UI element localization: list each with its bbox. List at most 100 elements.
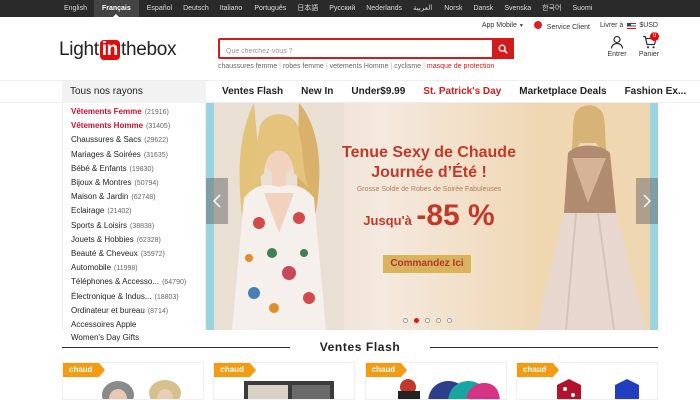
category-item[interactable]: Vêtements Homme (31405) [71,119,205,133]
category-item[interactable]: Maison & Jardin (62748) [71,190,205,204]
nav-link[interactable]: Ventes Flash [206,81,292,103]
category-item[interactable]: Bijoux & Montres (50794) [71,176,205,190]
category-item[interactable]: Vêtements Femme (21916) [71,105,205,119]
separator: | [390,63,393,70]
category-item[interactable]: Eclairage (21402) [71,204,205,218]
currency-selector[interactable]: $USD [639,22,658,29]
slide-dot[interactable] [425,318,430,323]
user-icon [610,35,624,49]
customer-service-link[interactable]: Service Client [533,20,590,31]
banner-next-button[interactable] [636,178,658,224]
language-option[interactable]: Suomi [573,0,604,17]
chevron-right-icon [643,194,651,208]
category-count: (31635) [143,151,168,159]
divider [430,347,658,348]
category-count: (21402) [107,208,132,216]
account-button[interactable]: Entrer [605,35,629,58]
hotword-promo-link[interactable]: masque de protection [427,63,494,70]
logo-text-thebox: thebox [121,39,177,60]
language-option[interactable]: العربية [413,0,444,17]
language-option[interactable]: Svenska [504,0,542,17]
category-count: (38838) [130,222,155,230]
language-option[interactable]: Deutsch [183,0,220,17]
cart-button[interactable]: 0 Panier [636,32,662,58]
nav-links: Ventes Flash New In Under$9.99 St. Patrick'… [206,81,695,103]
language-option[interactable]: Nederlands [366,0,413,17]
category-item[interactable]: Chaussures & Sacs (29622) [71,133,205,147]
category-count: (35972) [140,251,165,259]
category-item[interactable]: Automobile (11998) [71,261,205,275]
language-bar: English Français Español Deutsch Italiano Por… [0,0,700,17]
category-item[interactable]: Beauté & Cheveux (35972) [71,247,205,261]
category-count: (18803) [154,293,179,301]
category-item[interactable]: Accessoires Apple [71,318,205,331]
model-beaded-gown-image [536,103,650,330]
category-item[interactable]: Sports & Loisirs (38838) [71,219,205,233]
cart-count-badge: 0 [650,32,659,41]
nav-link[interactable]: New In [292,81,342,103]
slide-dot[interactable] [436,318,441,323]
language-option[interactable]: Português [254,0,297,17]
hotword-link[interactable]: robes femme [283,63,324,70]
category-label: Bijoux & Montres [71,178,132,188]
category-item[interactable]: Ordinateur et bureau (8714) [71,304,205,318]
hero-banner[interactable]: Tenue Sexy de Chaude Journée d’Été ! Gro… [206,103,658,330]
search-button[interactable] [492,38,514,59]
language-option[interactable]: Русский [329,0,366,17]
flash-sales-products: chaud chaud chaud chaud [62,362,658,400]
banner-promo-text: Tenue Sexy de Chaude Journée d’Été ! Gro… [334,143,524,233]
product-card[interactable]: chaud [364,362,507,400]
category-item[interactable]: Jouets & Hobbies (62328) [71,233,205,247]
category-label: Vêtements Femme [71,107,142,116]
language-option[interactable]: Français [93,0,139,17]
product-card[interactable]: chaud [213,362,356,400]
hotword-link[interactable]: cyclisme [394,63,421,70]
language-list: English Français Español Deutsch Italiano Por… [0,0,700,17]
language-option[interactable]: Español [147,0,183,17]
language-option[interactable]: Dansk [473,0,504,17]
utility-bar: App Mobile ▼ Service Client Livrer à $USD [482,19,658,32]
nav-link[interactable]: Fashion Ex... [616,81,696,103]
category-item[interactable]: Mariages & Soirées (31635) [71,148,205,162]
category-item[interactable]: Électronique & Indus... (18803) [71,290,205,304]
category-item[interactable]: Téléphones & Accesso... (64790) [71,275,205,289]
category-count: (11998) [114,265,138,273]
language-option[interactable]: English [64,0,98,17]
slide-dot[interactable] [447,318,452,323]
separator: | [325,63,328,70]
headset-icon [533,20,542,29]
product-card[interactable]: chaud [515,362,658,400]
category-item[interactable]: Bébé & Enfants (19830) [71,162,205,176]
us-flag-icon[interactable] [627,22,637,29]
banner-prev-button[interactable] [206,178,228,224]
customer-service-label: Service Client [546,23,590,31]
language-option[interactable]: Italiano [220,0,255,17]
banner-cta-button[interactable]: Commandez Ici [383,255,471,273]
category-count: (64790) [162,279,187,287]
slide-dot[interactable] [414,318,419,323]
nav-link[interactable]: Under$9.99 [342,81,414,103]
chevron-left-icon [213,194,221,208]
hotword-link[interactable]: chaussures femme [218,63,277,70]
site-logo[interactable]: Light in thebox [59,38,177,62]
search-input[interactable] [220,43,490,60]
language-option[interactable]: 日本語 [297,0,329,17]
hot-tag: chaud [214,363,256,377]
discount-prefix: Jusqu'à [363,213,412,228]
language-option[interactable]: 한국어 [542,0,572,17]
slide-dot[interactable] [403,318,408,323]
hotword-link[interactable]: vetements Homme [330,63,389,70]
all-categories-button[interactable]: Tous nos rayons [62,81,206,103]
app-mobile-link[interactable]: App Mobile ▼ [482,22,524,29]
nav-link[interactable]: St. Patrick's Day [414,81,510,103]
nav-link[interactable]: Marketplace Deals [510,81,615,103]
discount-value: -85 % [416,199,495,232]
flash-sales-header: Ventes Flash [62,340,658,354]
caret-down-icon: ▼ [518,23,524,29]
language-option[interactable]: Norsk [444,0,473,17]
category-count: (21916) [144,109,169,116]
hot-tag: chaud [516,363,559,377]
product-card[interactable]: chaud [62,362,204,400]
cart-label: Panier [638,51,660,58]
category-count: (29622) [144,137,169,145]
